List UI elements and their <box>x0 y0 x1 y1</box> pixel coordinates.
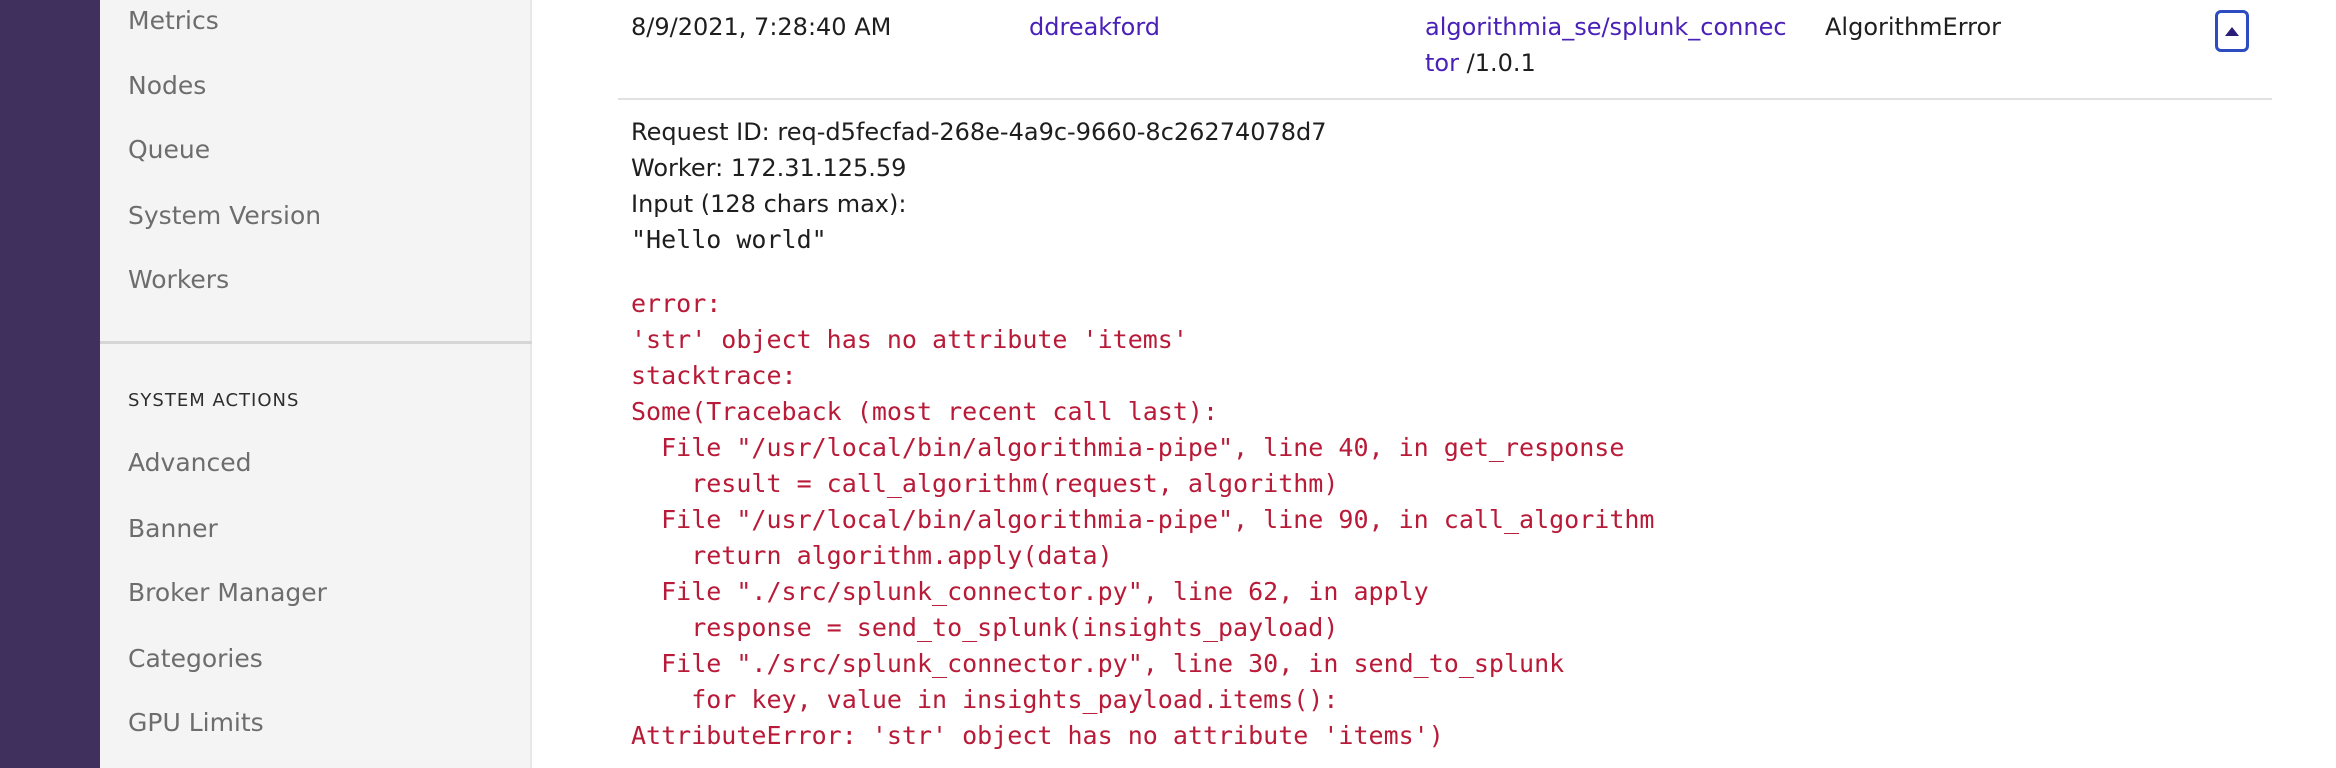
input-value: "Hello world" <box>631 225 827 254</box>
sidebar-item-advanced[interactable]: Advanced <box>128 447 252 479</box>
sidebar: Metrics Nodes Queue System Version Worke… <box>100 0 532 768</box>
row-error-type: AlgorithmError <box>1825 13 2002 41</box>
row-timestamp: 8/9/2021, 7:28:40 AM <box>631 13 892 41</box>
caret-up-icon <box>2225 27 2239 36</box>
sidebar-item-workers[interactable]: Workers <box>128 264 229 296</box>
sidebar-item-banner[interactable]: Banner <box>128 513 218 545</box>
sidebar-section-title: SYSTEM ACTIONS <box>128 390 300 411</box>
row-algorithm: algorithmia_se/splunk_connector /1.0.1 <box>1425 9 1795 81</box>
app-rail <box>0 0 100 768</box>
sidebar-item-system-version[interactable]: System Version <box>128 200 321 232</box>
row-user-link[interactable]: ddreakford <box>1029 9 1160 45</box>
sidebar-divider <box>100 341 532 344</box>
sidebar-item-queue[interactable]: Queue <box>128 134 210 166</box>
input-label: Input (128 chars max): <box>631 190 907 218</box>
sidebar-item-metrics[interactable]: Metrics <box>128 5 219 37</box>
error-log-panel: 8/9/2021, 7:28:40 AM ddreakford algorith… <box>534 0 2336 768</box>
request-id: Request ID: req-d5fecfad-268e-4a9c-9660-… <box>631 118 1327 146</box>
error-stacktrace: error: 'str' object has no attribute 'it… <box>631 289 1655 750</box>
sidebar-item-broker-manager[interactable]: Broker Manager <box>128 577 327 609</box>
worker-address: Worker: 172.31.125.59 <box>631 154 907 182</box>
row-algorithm-version: /1.0.1 <box>1466 49 1536 77</box>
sidebar-item-categories[interactable]: Categories <box>128 643 263 675</box>
sidebar-item-nodes[interactable]: Nodes <box>128 70 206 102</box>
sidebar-item-gpu-limits[interactable]: GPU Limits <box>128 707 264 739</box>
row-divider <box>618 98 2272 100</box>
collapse-row-button[interactable] <box>2215 10 2249 52</box>
